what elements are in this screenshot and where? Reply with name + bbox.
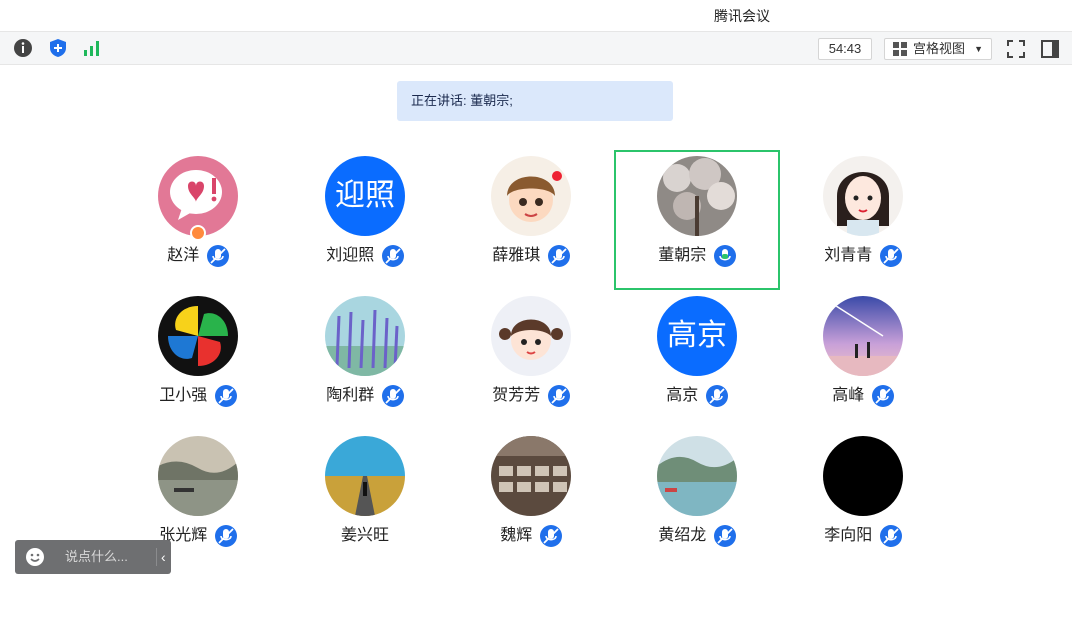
participant-tile-active[interactable]: 董朝宗: [614, 150, 780, 290]
chat-input[interactable]: 说点什么...: [65, 540, 128, 574]
participant-name: 刘迎照: [326, 247, 375, 264]
participant-name: 贺芳芳: [492, 387, 541, 404]
avatar: [325, 436, 405, 516]
mic-muted-icon: [206, 245, 229, 267]
side-panel-icon[interactable]: [1040, 39, 1060, 59]
fullscreen-icon[interactable]: [1006, 39, 1026, 59]
info-icon[interactable]: [13, 38, 33, 58]
participant-name: 陶利群: [326, 387, 375, 404]
participant-name: 卫小强: [159, 387, 208, 404]
grid-icon: [893, 42, 907, 56]
participant-name: 赵洋: [167, 247, 200, 264]
avatar: [823, 156, 903, 236]
participant-tile[interactable]: 李向阳: [780, 430, 946, 570]
chat-bar[interactable]: 说点什么... ‹: [15, 540, 171, 574]
mic-muted-icon: [214, 525, 237, 547]
grid-view-dropdown[interactable]: 宫格视图 ▼: [884, 38, 992, 60]
participant-name: 高京: [666, 387, 699, 404]
avatar: [491, 436, 571, 516]
participant-name: 薛雅琪: [492, 247, 541, 264]
participant-tile[interactable]: 魏辉: [448, 430, 614, 570]
speaking-indicator: 正在讲话: 董朝宗;: [397, 81, 673, 121]
participant-tile[interactable]: 陶利群: [282, 290, 448, 430]
avatar: [491, 156, 571, 236]
mic-muted-icon: [381, 385, 404, 407]
host-badge: [190, 225, 206, 241]
participant-tile[interactable]: 赵洋: [115, 150, 281, 290]
mic-muted-icon: [381, 245, 404, 267]
participant-tile[interactable]: 贺芳芳: [448, 290, 614, 430]
title-bar: 腾讯会议: [0, 0, 1072, 31]
mic-muted-icon: [879, 245, 902, 267]
participant-tile[interactable]: 高峰: [780, 290, 946, 430]
meeting-toolbar: 54:43 宫格视图 ▼: [0, 31, 1072, 65]
participant-tile[interactable]: 高京 高京: [614, 290, 780, 430]
mic-muted-icon: [713, 525, 736, 547]
mic-muted-icon: [547, 385, 570, 407]
mic-muted-icon: [539, 525, 562, 547]
mic-muted-icon: [547, 245, 570, 267]
avatar: [325, 296, 405, 376]
avatar: [657, 436, 737, 516]
avatar: [823, 436, 903, 516]
mic-muted-icon: [214, 385, 237, 407]
avatar: [158, 296, 238, 376]
mic-speaking-icon: [713, 245, 736, 267]
participant-name: 刘青青: [824, 247, 873, 264]
participant-name: 董朝宗: [658, 247, 707, 264]
avatar: [158, 156, 238, 236]
shield-icon[interactable]: [48, 38, 68, 58]
divider: [156, 548, 157, 566]
participant-name: 高峰: [832, 387, 865, 404]
avatar: 高京: [657, 296, 737, 376]
mic-muted-icon: [871, 385, 894, 407]
participant-tile[interactable]: 刘青青: [780, 150, 946, 290]
mic-muted-icon: [879, 525, 902, 547]
signal-icon[interactable]: [82, 38, 102, 58]
participant-tile[interactable]: 薛雅琪: [448, 150, 614, 290]
emoji-icon[interactable]: [25, 547, 45, 567]
mic-muted-icon: [705, 385, 728, 407]
participant-tile[interactable]: 黄绍龙: [614, 430, 780, 570]
participant-tile[interactable]: 迎照 刘迎照: [282, 150, 448, 290]
participant-name: 李向阳: [824, 527, 873, 544]
participant-name: 魏辉: [500, 527, 533, 544]
view-label: 宫格视图: [913, 41, 966, 56]
avatar: [158, 436, 238, 516]
meeting-timer: 54:43: [818, 38, 872, 60]
avatar: [657, 156, 737, 236]
participant-tile[interactable]: 卫小强: [115, 290, 281, 430]
avatar: [491, 296, 571, 376]
participant-tile[interactable]: 姜兴旺: [282, 430, 448, 570]
avatar: 迎照: [325, 156, 405, 236]
participant-name: 黄绍龙: [658, 527, 707, 544]
participant-name: 姜兴旺: [340, 527, 389, 544]
chevron-down-icon: ▼: [974, 44, 983, 54]
avatar: [823, 296, 903, 376]
chevron-left-icon[interactable]: ‹: [161, 540, 166, 574]
